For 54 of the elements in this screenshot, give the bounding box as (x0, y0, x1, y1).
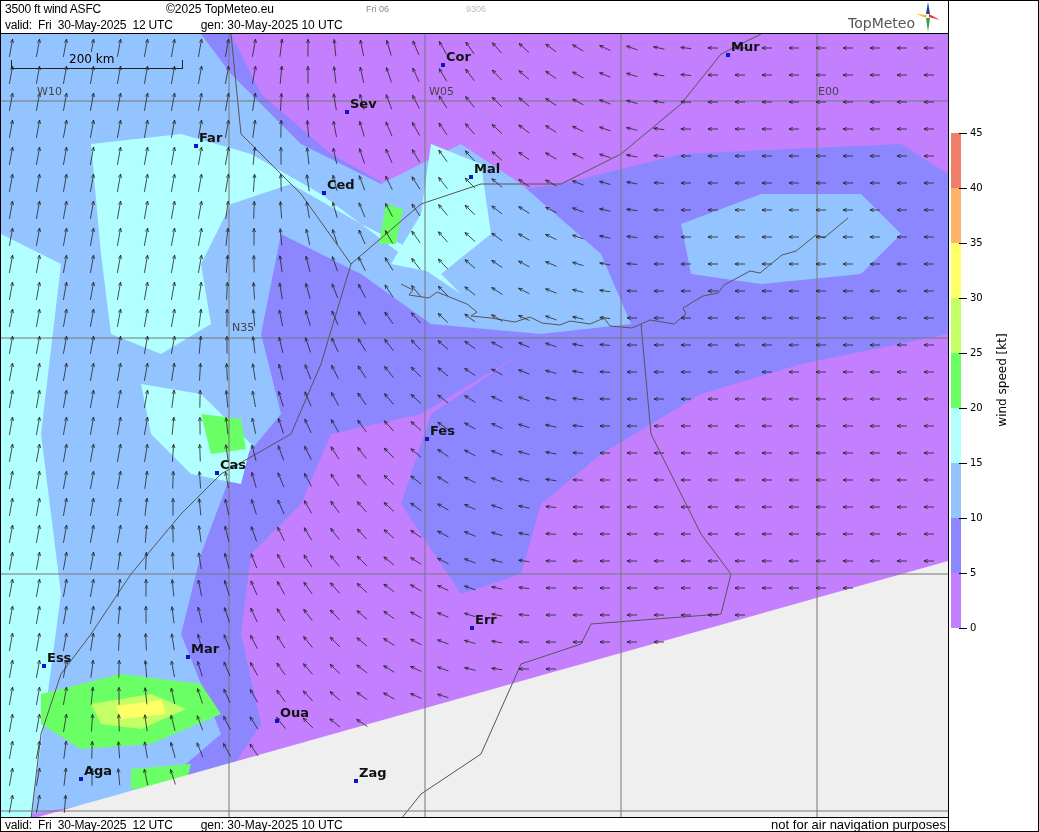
city-marker (354, 779, 358, 783)
city-label: Err (475, 612, 497, 627)
day-code: Fri 06 (366, 4, 390, 14)
scale-tick-label: 40 (970, 182, 984, 194)
disclaimer-text: not for air navigation purposes (771, 818, 947, 831)
scale-tick-label: 15 (970, 457, 984, 469)
scale-tick-label: 10 (970, 512, 984, 524)
compass-star-icon (916, 2, 940, 32)
city-label: Mal (474, 161, 501, 176)
city-label: Sev (350, 96, 377, 111)
scale-tick-label: 20 (970, 402, 984, 414)
city-marker (79, 777, 83, 781)
legend-title: wind speed [kt] (995, 332, 1009, 427)
grid-label: N35 (232, 322, 255, 334)
run-code: 9306 (466, 4, 487, 14)
generated-time: gen: 30-May-2025 10 UTC (200, 818, 343, 831)
scale-label: 200 km (69, 52, 115, 66)
valid-time: valid: Fri 30-May-2025 12 UTC (5, 818, 173, 831)
city-label: Far (199, 130, 223, 145)
city-label: Fes (430, 423, 455, 438)
city-marker (425, 437, 429, 441)
city-label: Mur (731, 39, 760, 54)
generated-time: gen: 30-May-2025 10 UTC (200, 18, 344, 32)
city-label: Oua (280, 705, 310, 720)
city-marker (726, 53, 730, 57)
grid-label: W10 (37, 86, 62, 98)
city-marker (470, 626, 474, 630)
scale-tick-label: 25 (970, 347, 984, 359)
city-marker (322, 191, 326, 195)
chart-title: 3500 ft wind ASFC (5, 2, 102, 16)
valid-time: valid: Fri 30-May-2025 12 UTC (5, 18, 173, 32)
scale-tick-label: 5 (970, 567, 978, 579)
city-label: Mar (191, 641, 220, 656)
city-marker (441, 63, 445, 67)
scale-tick-label: 35 (970, 237, 984, 249)
city-marker (345, 110, 349, 114)
city-label: Cor (446, 49, 471, 64)
city-marker (469, 175, 473, 179)
copyright-text: ©2025 TopMeteo.eu (166, 2, 276, 16)
city-label: Ess (47, 650, 72, 665)
city-label: Ced (327, 177, 355, 192)
city-label: Zag (359, 765, 387, 780)
logo-text: TopMeteo (848, 15, 915, 32)
city-marker (215, 471, 219, 475)
scale-tick-label: 30 (970, 292, 984, 304)
city-marker (194, 144, 198, 148)
city-marker (275, 719, 279, 723)
scale-tick-label: 0 (970, 622, 978, 634)
scale-tick-label: 45 (970, 127, 984, 139)
city-label: Aga (84, 763, 113, 778)
city-marker (42, 664, 46, 668)
city-marker (186, 655, 190, 659)
grid-label: E00 (818, 86, 839, 98)
grid-label: W05 (429, 86, 454, 98)
